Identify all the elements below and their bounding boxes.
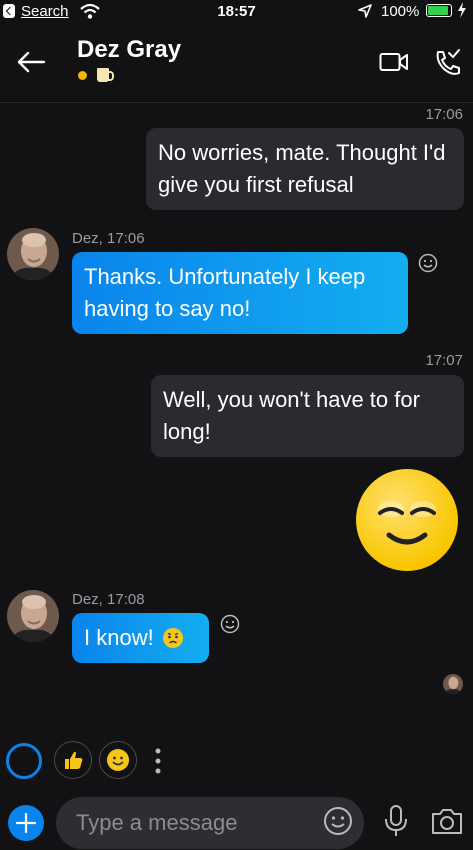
message-timestamp: 17:07	[425, 352, 463, 369]
coffee-cup-icon	[97, 68, 114, 82]
add-content-button[interactable]	[8, 805, 44, 841]
camera-icon[interactable]	[430, 806, 464, 836]
avatar[interactable]	[7, 228, 59, 280]
worried-emoticon	[162, 628, 183, 648]
emoji-icon[interactable]	[323, 806, 353, 836]
smile-icon[interactable]	[99, 741, 137, 779]
add-reaction-icon[interactable]	[418, 253, 438, 273]
chat-header: Dez Gray	[0, 24, 473, 103]
plus-icon	[15, 812, 37, 834]
back-arrow-icon[interactable]	[16, 51, 46, 73]
avatar[interactable]	[7, 590, 59, 642]
audio-call-icon[interactable]	[432, 48, 462, 78]
read-receipt-avatar	[443, 674, 463, 694]
status-bar: Search 18:57 100%	[0, 0, 473, 24]
presence-away-icon	[78, 71, 87, 80]
incoming-message-bubble[interactable]: I know!	[72, 613, 209, 663]
microphone-icon[interactable]	[383, 804, 409, 838]
battery-icon	[426, 4, 452, 17]
video-call-icon[interactable]	[379, 52, 409, 72]
outgoing-message-bubble[interactable]: Well, you won't have to for long!	[151, 375, 464, 457]
thumbs-up-icon[interactable]	[54, 741, 92, 779]
location-arrow-icon	[358, 4, 372, 18]
blissful-smile-emoticon[interactable]	[356, 469, 458, 571]
charging-bolt-icon	[458, 2, 466, 18]
sender-line: Dez, 17:08	[72, 591, 145, 608]
add-reaction-icon[interactable]	[220, 614, 240, 634]
outgoing-message-bubble[interactable]: No worries, mate. Thought I'd give you f…	[146, 128, 464, 210]
incoming-message-bubble[interactable]: Thanks. Unfortunately I keep having to s…	[72, 252, 408, 334]
battery-percentage: 100%	[381, 3, 420, 20]
message-input[interactable]	[56, 797, 364, 849]
message-timestamp: 17:06	[425, 106, 463, 123]
message-text: I know!	[84, 625, 154, 650]
contact-name[interactable]: Dez Gray	[77, 36, 181, 64]
sender-line: Dez, 17:06	[72, 230, 145, 247]
cortana-ring-button[interactable]	[6, 743, 42, 779]
more-reactions-icon[interactable]	[155, 748, 161, 774]
